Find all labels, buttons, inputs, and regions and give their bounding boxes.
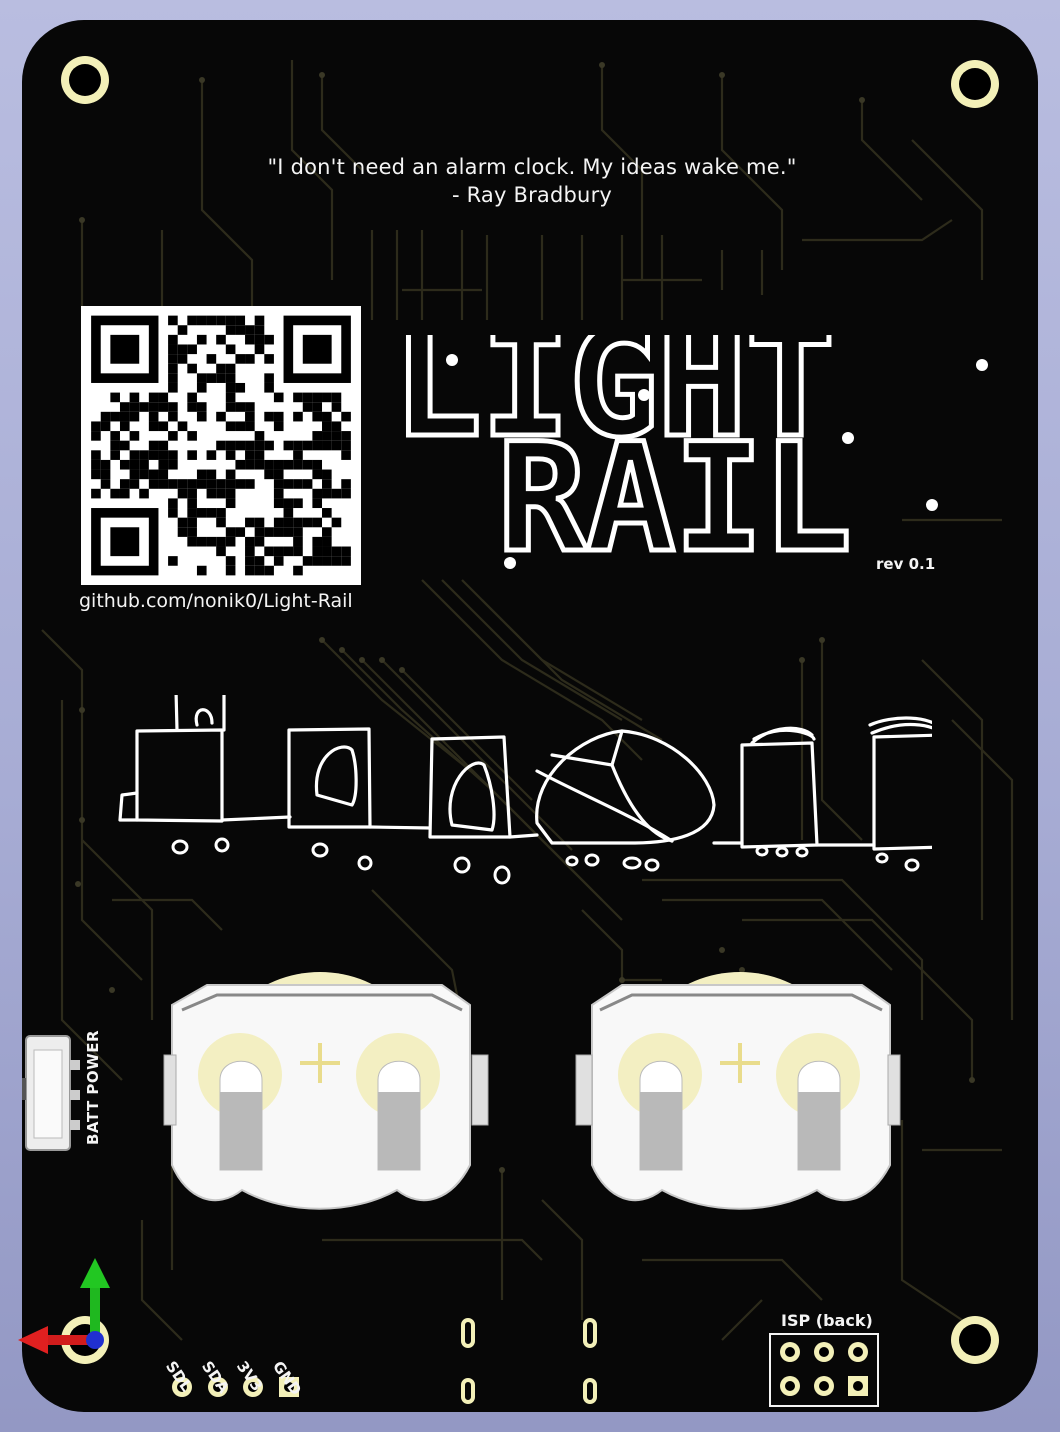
pcb-board: "I don't need an alarm clock. My ideas w… bbox=[22, 20, 1038, 1412]
isp-label: ISP (back) bbox=[781, 1311, 873, 1330]
coin-cell-holder-right bbox=[575, 972, 901, 1210]
batt-power-label: BATT POWER bbox=[84, 1030, 102, 1145]
coin-cell-holder-left bbox=[163, 972, 489, 1210]
axis-gizmo-icon bbox=[18, 1258, 110, 1354]
coin-cell-holders bbox=[163, 972, 901, 1210]
